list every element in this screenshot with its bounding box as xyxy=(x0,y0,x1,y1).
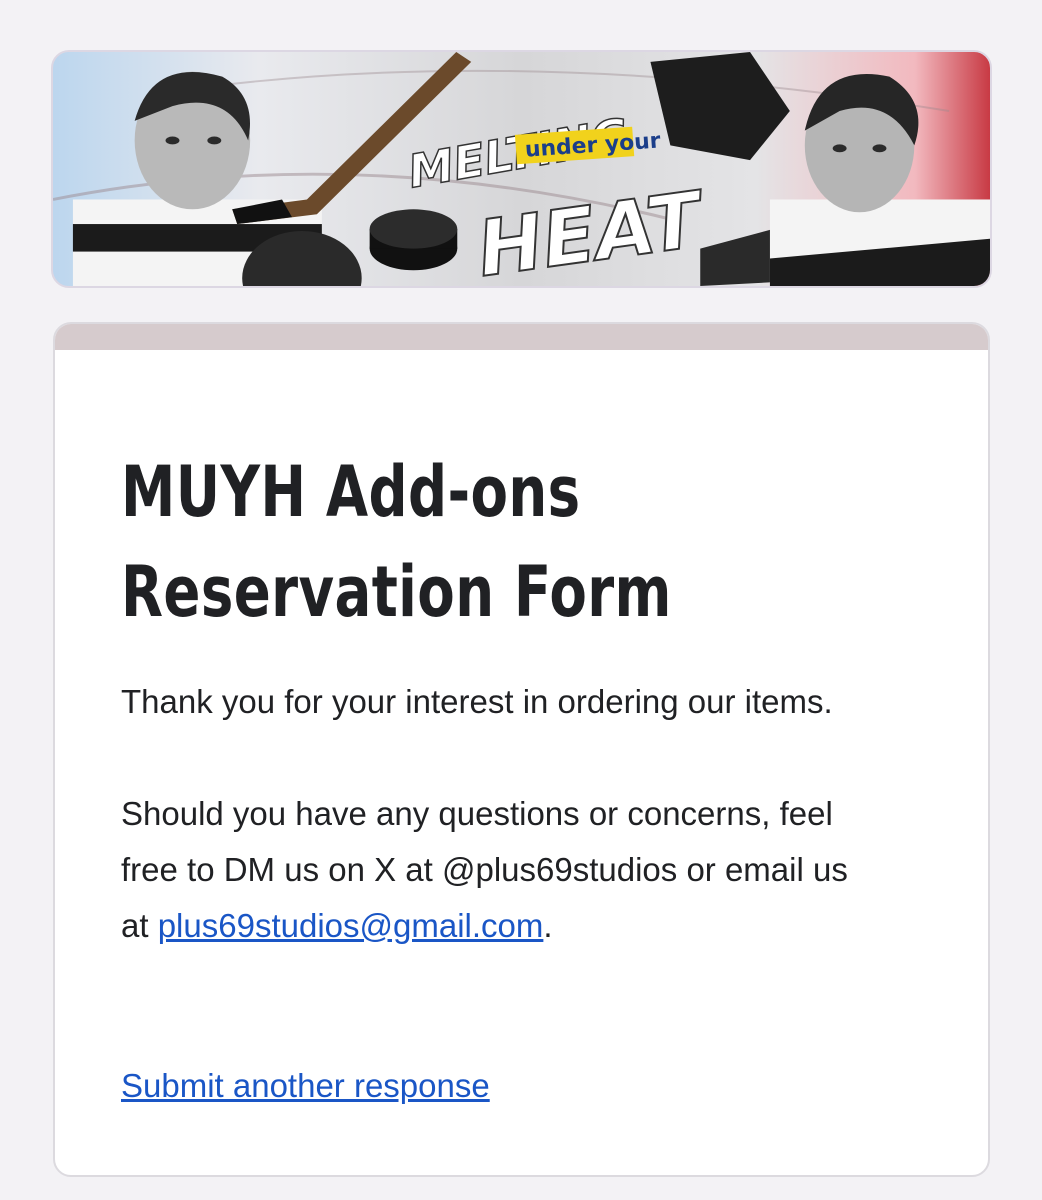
confirmation-card: MUYH Add-ons Reservation Form Thank you … xyxy=(53,322,990,1177)
thank-you-text: Thank you for your interest in ordering … xyxy=(121,683,833,720)
contact-text-suffix: . xyxy=(543,907,553,944)
banner-title-line2: HEAT xyxy=(472,175,711,286)
email-link[interactable]: plus69studios@gmail.com xyxy=(158,907,544,944)
contact-paragraph: Should you have any questions or concern… xyxy=(121,786,881,954)
form-title-line2: Reservation Form xyxy=(121,551,672,633)
header-banner-image: MELTING under your HEAT xyxy=(51,50,992,288)
confirmation-message: Thank you for your interest in ordering … xyxy=(121,674,881,954)
banner-artwork: MELTING under your HEAT xyxy=(53,52,990,286)
form-title: MUYH Add-ons Reservation Form xyxy=(121,442,745,642)
submit-another-response-link[interactable]: Submit another response xyxy=(121,1058,490,1114)
right-player-figure xyxy=(769,73,990,286)
form-title-line1: MUYH Add-ons xyxy=(121,451,581,533)
card-accent-bar xyxy=(55,324,988,350)
